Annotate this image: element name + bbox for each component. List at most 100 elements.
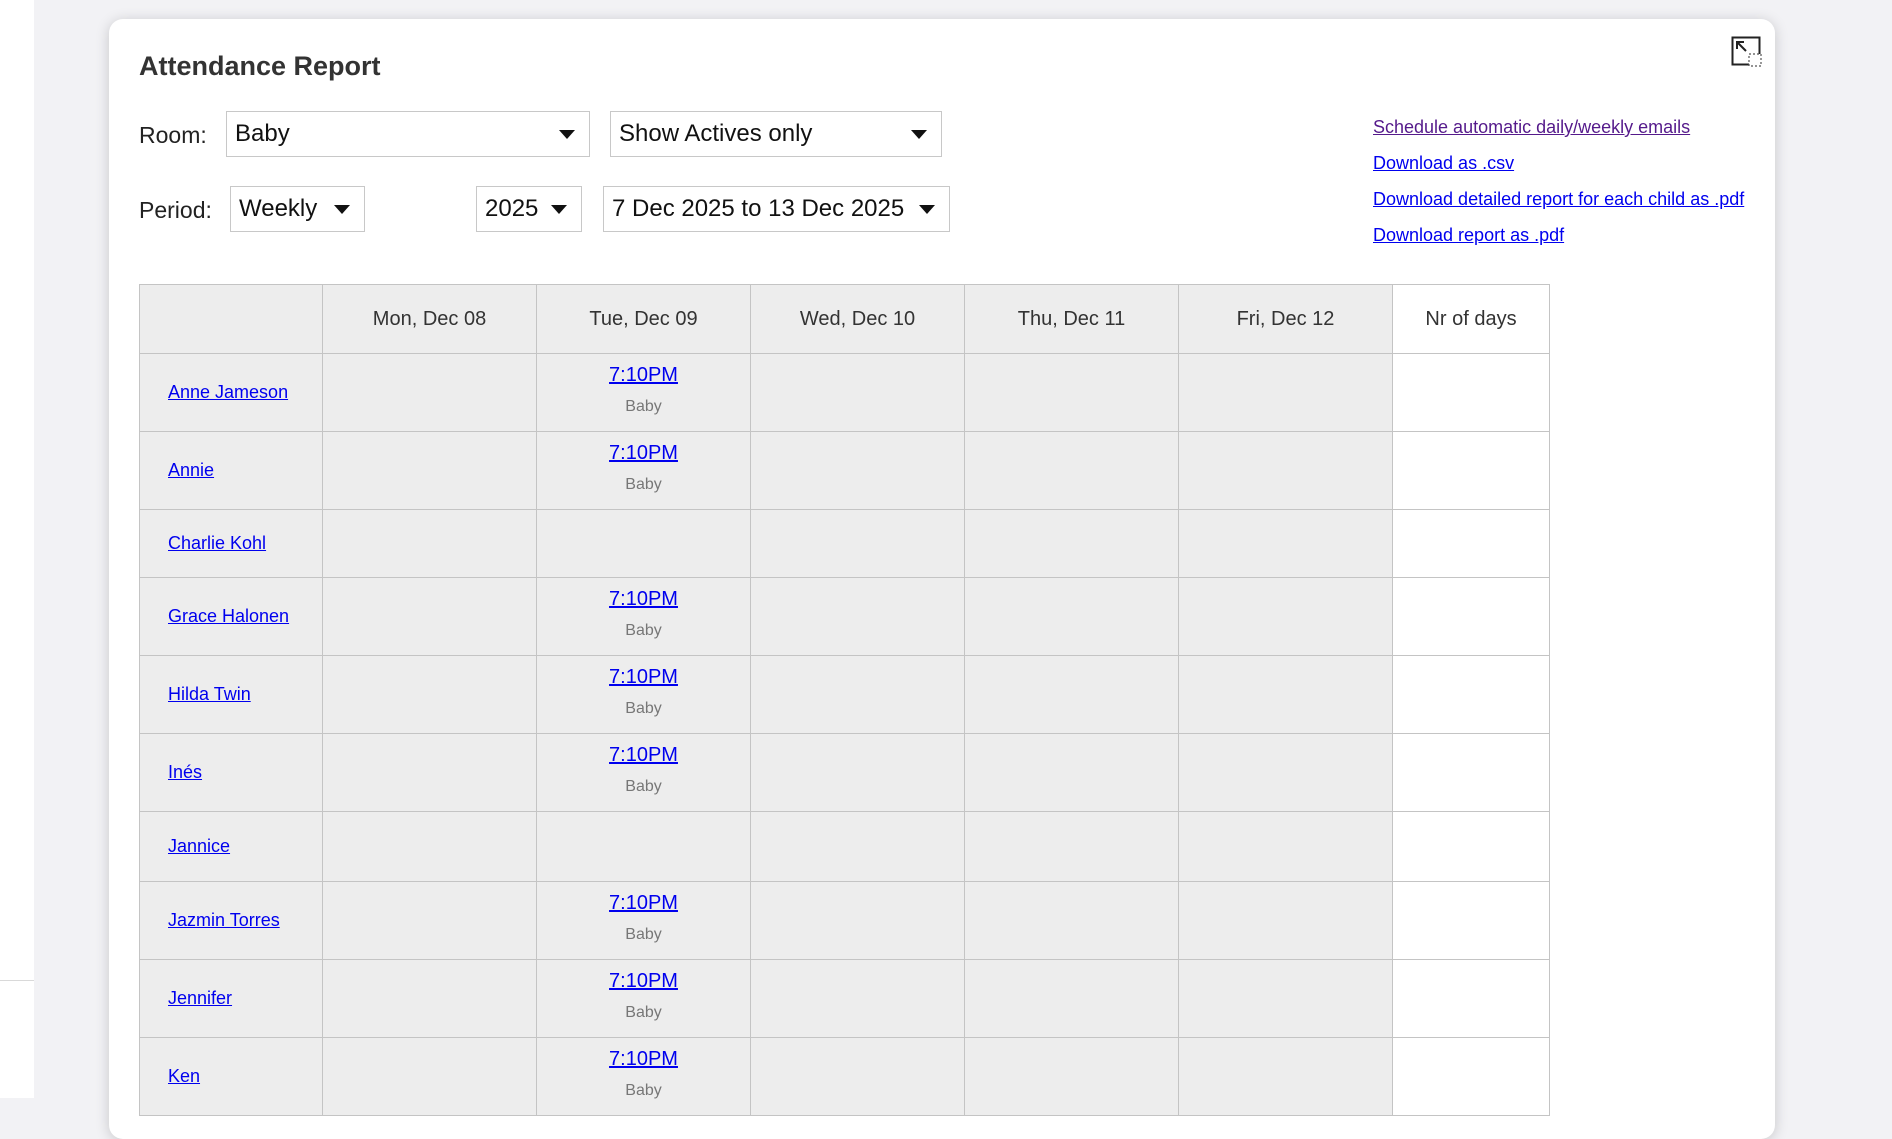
table-row: Anne Jameson 7:10PM Baby xyxy=(139,353,1550,432)
room-tag: Baby xyxy=(625,926,662,943)
day-cell xyxy=(1178,353,1393,432)
room-select[interactable]: Baby xyxy=(226,111,590,157)
checkin-time-link[interactable]: 7:10PM xyxy=(537,665,750,689)
table-row: Charlie Kohl xyxy=(139,509,1550,578)
day-cell xyxy=(750,881,965,960)
child-name-link[interactable]: Charlie Kohl xyxy=(168,533,266,553)
table-header-row: Mon, Dec 08 Tue, Dec 09 Wed, Dec 10 Thu,… xyxy=(139,284,1550,354)
day-cell xyxy=(536,509,751,578)
child-name-cell: Ken xyxy=(139,1037,323,1116)
room-tag: Baby xyxy=(625,398,662,415)
child-name-link[interactable]: Annie xyxy=(168,460,214,480)
checkin-time-link[interactable]: 7:10PM xyxy=(537,441,750,465)
year-select[interactable]: 2025 xyxy=(476,186,582,232)
checkin-time-link[interactable]: 7:10PM xyxy=(537,363,750,387)
nr-of-days-cell xyxy=(1392,577,1550,656)
column-header xyxy=(139,284,323,354)
child-name-link[interactable]: Jannice xyxy=(168,836,230,856)
column-header: Mon, Dec 08 xyxy=(322,284,537,354)
period-select-value: Weekly xyxy=(239,195,318,222)
checkin-time-link[interactable]: 7:10PM xyxy=(537,891,750,915)
nr-of-days-cell xyxy=(1392,881,1550,960)
room-tag: Baby xyxy=(625,700,662,717)
day-cell xyxy=(964,811,1179,882)
checkin-time-link[interactable]: 7:10PM xyxy=(537,969,750,993)
nr-of-days-cell xyxy=(1392,509,1550,578)
child-name-cell: Jannice xyxy=(139,811,323,882)
day-cell xyxy=(964,655,1179,734)
room-label: Room: xyxy=(139,122,207,148)
table-row: Jennifer 7:10PM Baby xyxy=(139,959,1550,1038)
room-select-value: Baby xyxy=(235,120,290,147)
nr-of-days-cell xyxy=(1392,811,1550,882)
nr-of-days-cell xyxy=(1392,733,1550,812)
day-cell xyxy=(536,811,751,882)
child-name-link[interactable]: Anne Jameson xyxy=(168,382,288,402)
child-name-cell: Inés xyxy=(139,733,323,812)
day-cell xyxy=(964,959,1179,1038)
day-cell xyxy=(750,353,965,432)
day-cell xyxy=(1178,959,1393,1038)
column-header: Thu, Dec 11 xyxy=(964,284,1179,354)
nr-of-days-cell xyxy=(1392,353,1550,432)
nr-of-days-cell xyxy=(1392,431,1550,510)
day-cell xyxy=(964,509,1179,578)
child-name-link[interactable]: Jennifer xyxy=(168,988,232,1008)
attendance-table: Mon, Dec 08 Tue, Dec 09 Wed, Dec 10 Thu,… xyxy=(139,284,1550,1116)
day-cell xyxy=(1178,1037,1393,1116)
collapse-arrows-icon[interactable] xyxy=(1731,36,1763,68)
day-cell xyxy=(322,353,537,432)
child-name-cell: Hilda Twin xyxy=(139,655,323,734)
active-filter-select[interactable]: Show Actives only xyxy=(610,111,942,157)
room-tag: Baby xyxy=(625,1082,662,1099)
child-name-link[interactable]: Jazmin Torres xyxy=(168,910,280,930)
table-row: Grace Halonen 7:10PM Baby xyxy=(139,577,1550,656)
column-header: Wed, Dec 10 xyxy=(750,284,965,354)
day-cell: 7:10PM Baby xyxy=(536,655,751,734)
day-cell xyxy=(750,1037,965,1116)
day-cell xyxy=(1178,655,1393,734)
day-cell: 7:10PM Baby xyxy=(536,1037,751,1116)
day-cell: 7:10PM Baby xyxy=(536,353,751,432)
checkin-time-link[interactable]: 7:10PM xyxy=(537,587,750,611)
download-detailed-pdf-link[interactable]: Download detailed report for each child … xyxy=(1373,189,1744,210)
column-header: Nr of days xyxy=(1392,284,1550,354)
column-header: Fri, Dec 12 xyxy=(1178,284,1393,354)
day-cell: 7:10PM Baby xyxy=(536,959,751,1038)
day-cell: 7:10PM Baby xyxy=(536,733,751,812)
download-report-pdf-link[interactable]: Download report as .pdf xyxy=(1373,225,1744,246)
day-cell xyxy=(750,733,965,812)
table-row: Jazmin Torres 7:10PM Baby xyxy=(139,881,1550,960)
day-cell xyxy=(1178,811,1393,882)
child-name-cell: Annie xyxy=(139,431,323,510)
table-row: Annie 7:10PM Baby xyxy=(139,431,1550,510)
modal-title: Attendance Report xyxy=(139,51,381,81)
day-cell xyxy=(750,431,965,510)
day-cell: 7:10PM Baby xyxy=(536,431,751,510)
day-cell xyxy=(1178,733,1393,812)
nr-of-days-cell xyxy=(1392,1037,1550,1116)
day-cell xyxy=(964,733,1179,812)
checkin-time-link[interactable]: 7:10PM xyxy=(537,743,750,767)
day-cell xyxy=(322,577,537,656)
day-cell xyxy=(322,811,537,882)
day-cell xyxy=(964,431,1179,510)
child-name-link[interactable]: Hilda Twin xyxy=(168,684,251,704)
child-name-link[interactable]: Ken xyxy=(168,1066,200,1086)
child-name-link[interactable]: Inés xyxy=(168,762,202,782)
day-cell xyxy=(1178,577,1393,656)
period-select[interactable]: Weekly xyxy=(230,186,365,232)
child-name-cell: Grace Halonen xyxy=(139,577,323,656)
schedule-emails-link[interactable]: Schedule automatic daily/weekly emails xyxy=(1373,117,1744,138)
date-range-select[interactable]: 7 Dec 2025 to 13 Dec 2025 xyxy=(603,186,950,232)
room-tag: Baby xyxy=(625,476,662,493)
day-cell xyxy=(322,959,537,1038)
day-cell xyxy=(322,655,537,734)
room-tag: Baby xyxy=(625,1004,662,1021)
day-cell xyxy=(322,1037,537,1116)
checkin-time-link[interactable]: 7:10PM xyxy=(537,1047,750,1071)
child-name-link[interactable]: Grace Halonen xyxy=(168,606,289,626)
attendance-report-modal: Attendance Report Room: Baby Show Active… xyxy=(109,19,1775,1139)
background-panel xyxy=(0,0,34,1098)
download-csv-link[interactable]: Download as .csv xyxy=(1373,153,1744,174)
